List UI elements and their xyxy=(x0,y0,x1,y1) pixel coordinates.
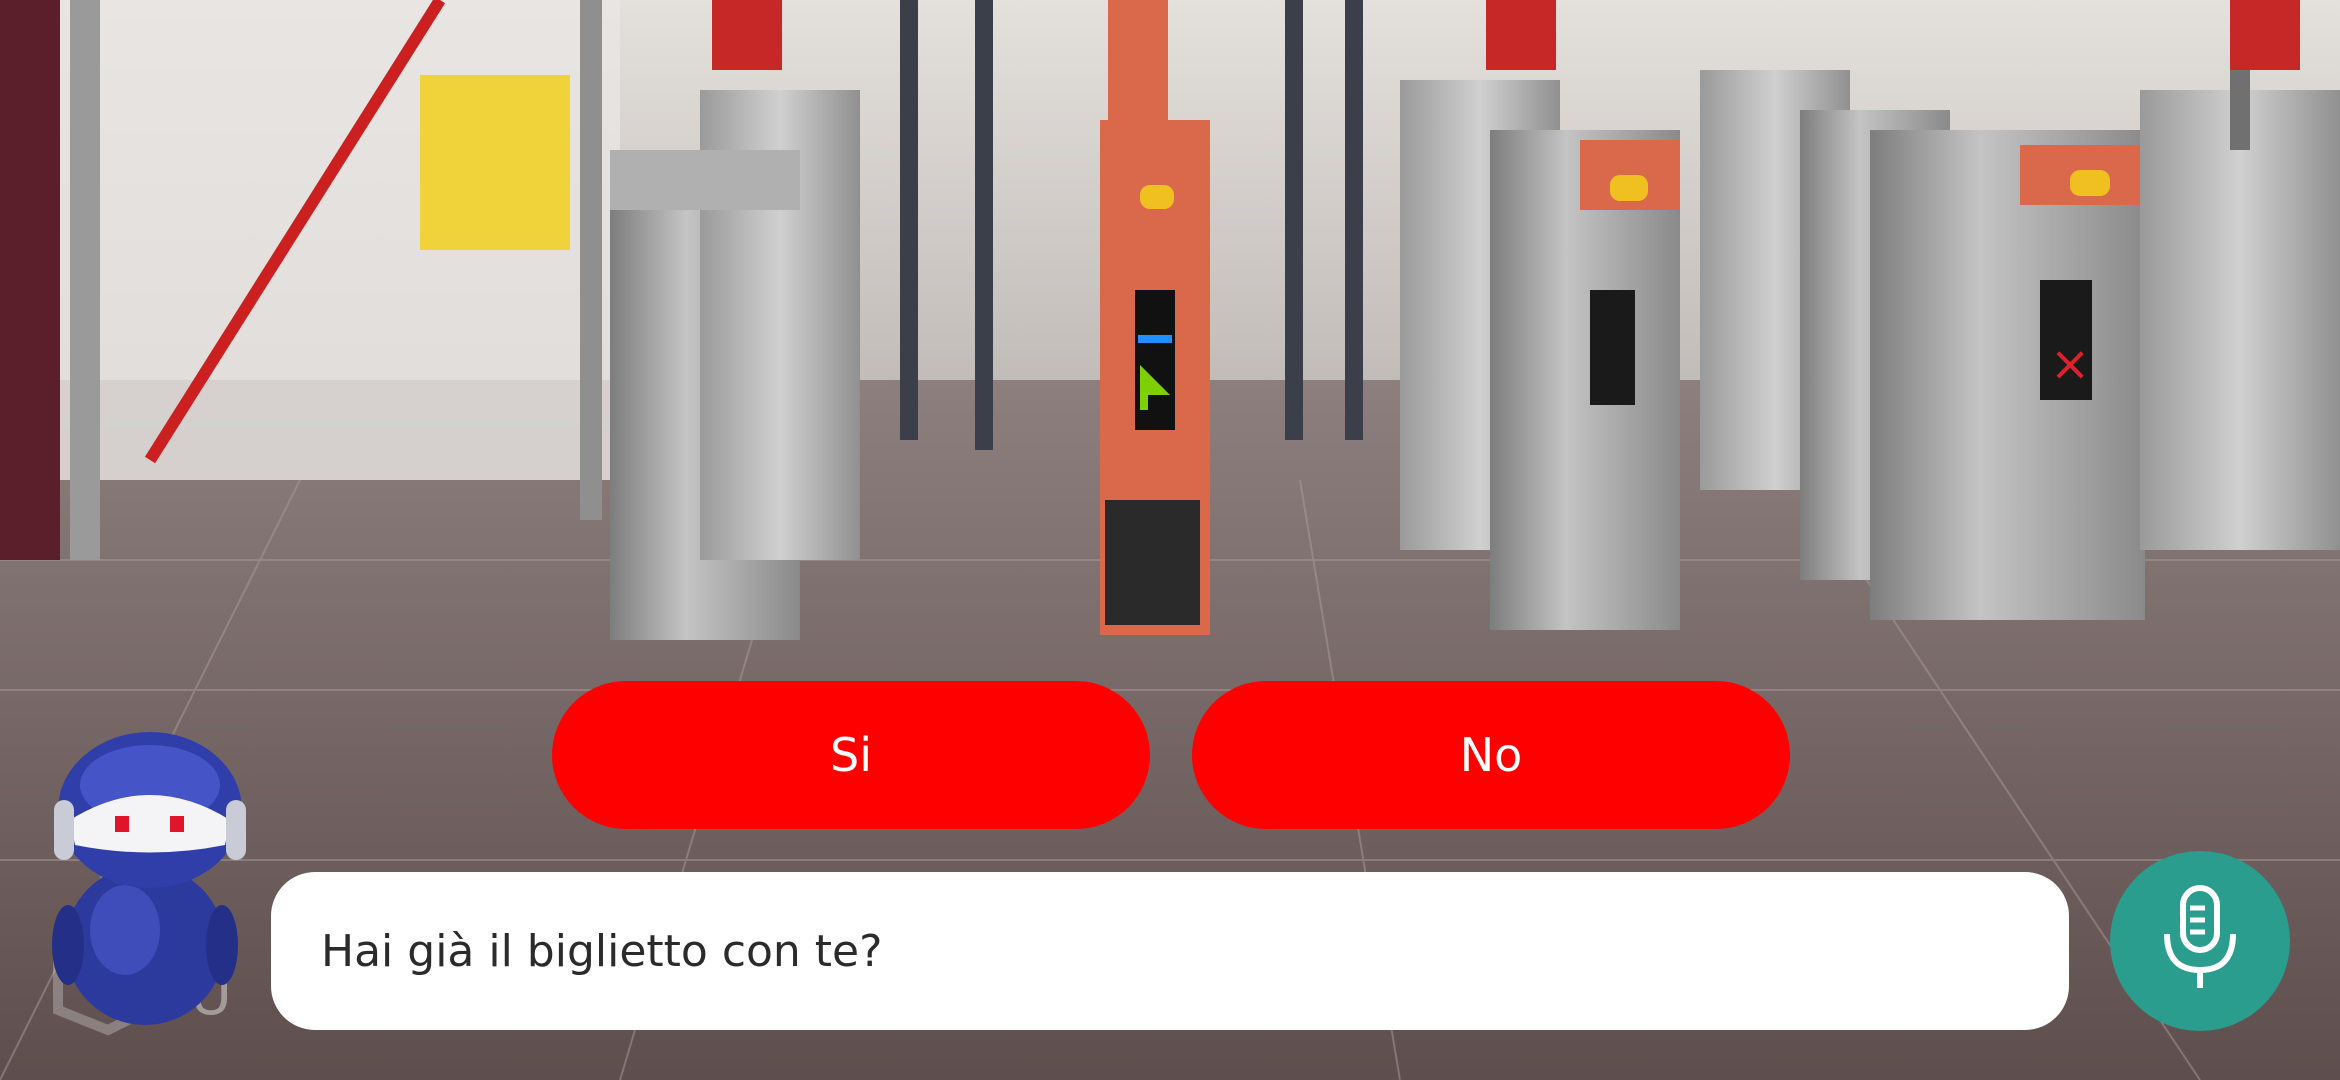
no-button[interactable]: No xyxy=(1192,681,1790,829)
assistant-message-bubble: Hai già il biglietto con te? xyxy=(271,872,2069,1030)
microphone-button[interactable] xyxy=(2110,851,2290,1031)
svg-text:×: × xyxy=(2050,336,2090,392)
assistant-question-text: Hai già il biglietto con te? xyxy=(321,925,883,977)
assistant-robot-avatar xyxy=(40,730,260,1030)
microphone-icon xyxy=(2155,884,2245,999)
yes-button[interactable]: Si xyxy=(552,681,1150,829)
